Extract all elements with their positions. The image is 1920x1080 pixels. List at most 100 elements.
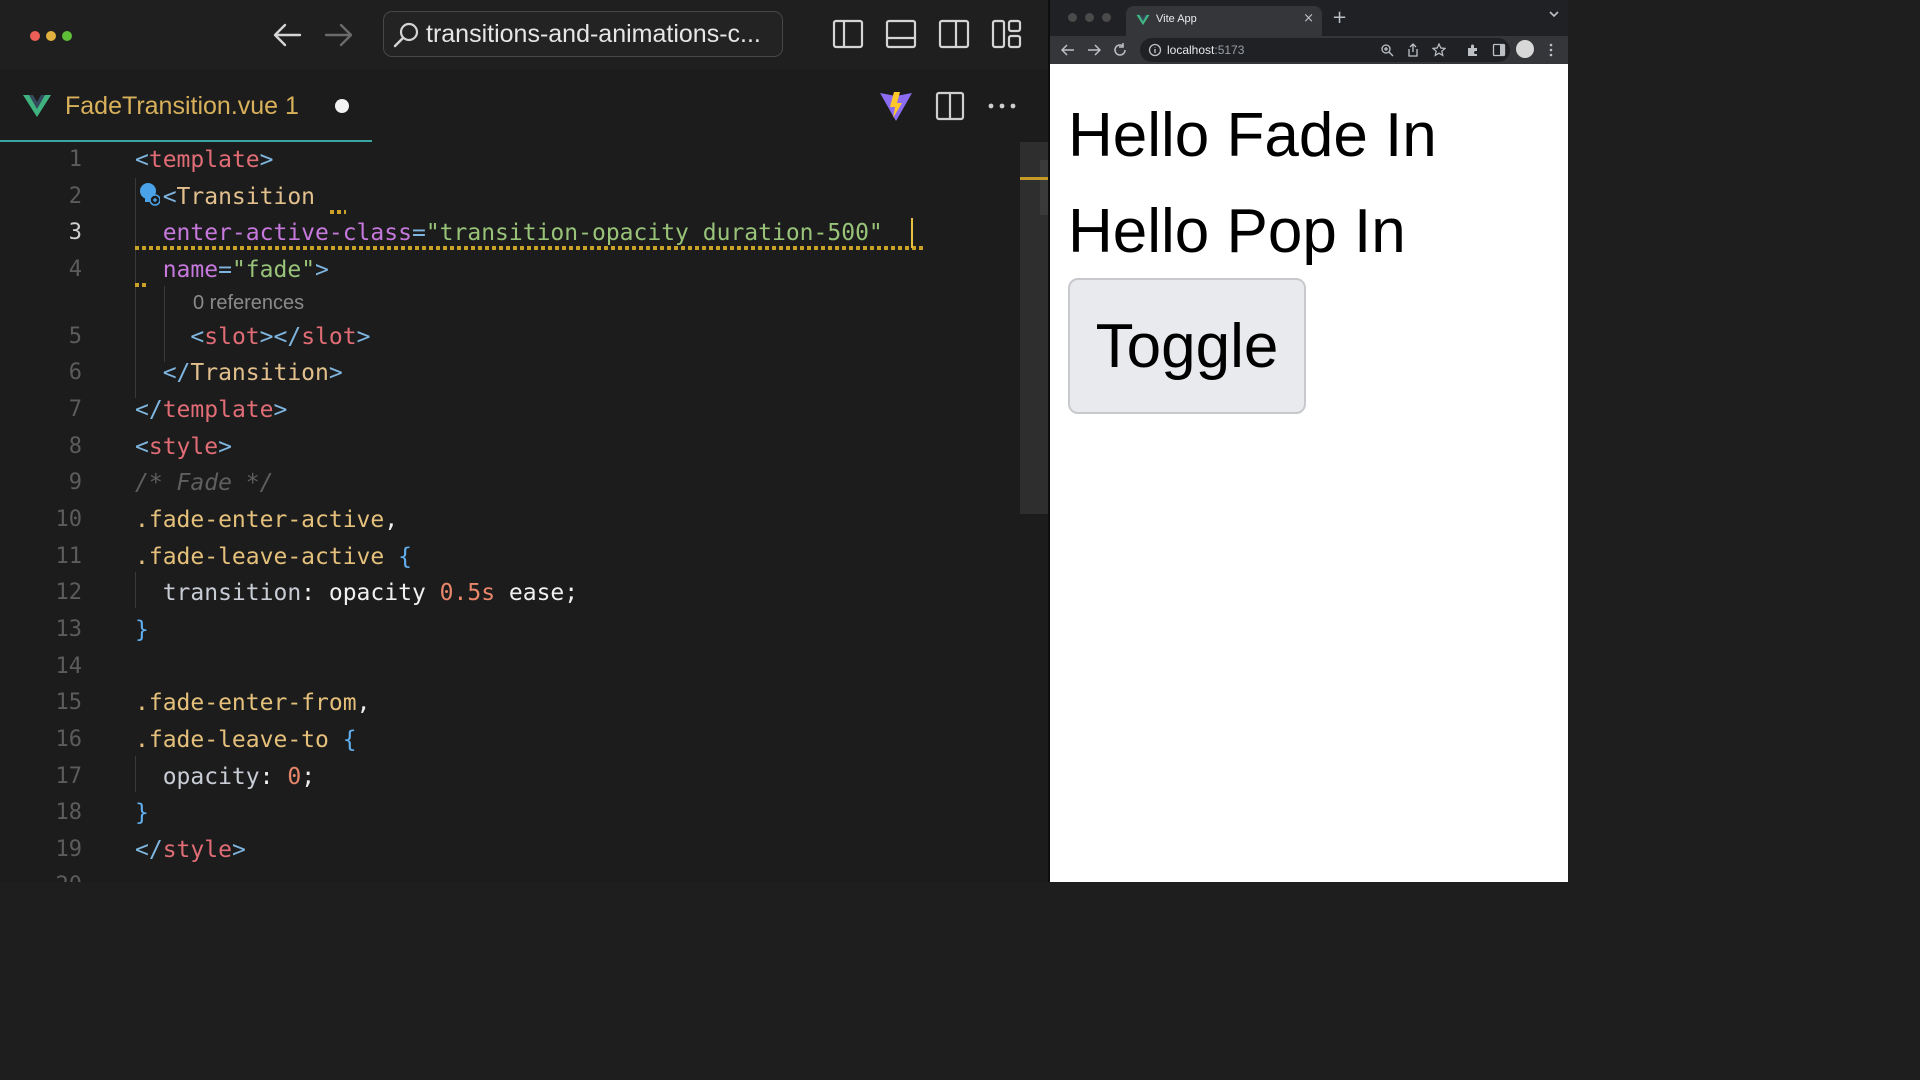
line-number: 6 xyxy=(68,360,82,385)
command-center-label: transitions-and-animations-c... xyxy=(426,20,761,48)
toggle-primary-sidebar-button[interactable] xyxy=(832,18,864,50)
line-code: } xyxy=(135,612,149,648)
more-actions-button[interactable] xyxy=(984,88,1020,124)
code-line[interactable]: 19 </style> xyxy=(0,832,1020,868)
toggle-button[interactable]: Toggle xyxy=(1068,278,1306,414)
browser-close-button[interactable] xyxy=(1068,13,1077,22)
toggle-panel-button[interactable] xyxy=(885,18,917,50)
code-token: slot xyxy=(204,324,260,350)
zoom-icon[interactable] xyxy=(1380,43,1394,57)
toggle-secondary-sidebar-button[interactable] xyxy=(938,18,970,50)
line-number: 15 xyxy=(55,690,83,715)
code-line[interactable]: 15 .fade-enter-from, xyxy=(0,685,1020,721)
line-number: 20 xyxy=(0,868,83,882)
code-line[interactable]: 17 opacity: 0; xyxy=(0,759,1020,795)
split-editor-button[interactable] xyxy=(932,88,968,124)
share-icon[interactable] xyxy=(1406,43,1420,57)
codelens-references[interactable]: 0 references xyxy=(193,292,304,315)
code-token: < xyxy=(135,147,149,173)
sidebar-left-icon xyxy=(832,19,864,49)
info-icon[interactable] xyxy=(1148,43,1162,57)
lightbulb-icon[interactable] xyxy=(138,182,161,206)
code-line[interactable]: 1 <template> xyxy=(0,142,1020,178)
code-line[interactable]: 4 name="fade"> xyxy=(0,252,1020,288)
arrow-left-icon xyxy=(273,23,302,47)
minimap-slider[interactable] xyxy=(1040,160,1048,215)
line-code: .fade-leave-active { xyxy=(135,539,412,575)
code-token: > xyxy=(273,397,288,423)
tab-search-chevron-icon[interactable] xyxy=(1548,9,1560,19)
new-tab-button[interactable]: + xyxy=(1332,7,1347,28)
command-center-search[interactable]: transitions-and-animations-c... xyxy=(383,11,783,57)
go-back-button[interactable] xyxy=(268,16,306,54)
browser-tab-vite-app[interactable]: Vite App × xyxy=(1126,6,1322,36)
line-code: name="fade"> xyxy=(135,252,329,288)
address-url: localhost:5173 xyxy=(1167,43,1245,57)
code-line[interactable]: 7 </template> xyxy=(0,392,1020,428)
line-number: 12 xyxy=(55,580,83,605)
code-token: .fade-enter-from xyxy=(135,690,357,716)
code-line[interactable]: 12 transition: opacity 0.5s ease; xyxy=(0,575,1020,611)
code-line[interactable]: 16 .fade-leave-to { xyxy=(0,722,1020,758)
code-line[interactable]: 5 <slot></slot> xyxy=(0,319,1020,355)
unsaved-changes-dot[interactable] xyxy=(335,99,349,113)
code-token: template xyxy=(162,397,274,423)
code-token: > xyxy=(231,837,246,863)
code-area[interactable]: 0 references 1 <template> 2 <Transition 3 e… xyxy=(0,142,1048,882)
code-token: ease; xyxy=(495,580,579,606)
browser-forward-button[interactable] xyxy=(1084,40,1104,60)
line-code: </style> xyxy=(135,832,246,868)
bookmark-star-icon[interactable] xyxy=(1432,43,1446,57)
line-code: transition: opacity 0.5s ease; xyxy=(135,575,578,611)
browser-reload-button[interactable] xyxy=(1110,40,1130,60)
close-tab-icon[interactable]: × xyxy=(1303,11,1314,26)
heading-hello-fade-in: Hello Fade In xyxy=(1068,101,1437,170)
extensions-puzzle-icon[interactable] xyxy=(1466,43,1480,57)
code-line[interactable]: 11 .fade-leave-active { xyxy=(0,539,1020,575)
code-token: { xyxy=(398,544,412,570)
code-token: "transition-opacity duration-500" xyxy=(425,220,883,246)
editor-tab-bar: FadeTransition.vue 1 xyxy=(0,70,1048,142)
code-token: : xyxy=(259,764,288,790)
browser-toolbar: localhost:5173 xyxy=(1050,36,1568,65)
line-code: opacity: 0; xyxy=(135,759,315,795)
browser-back-button[interactable] xyxy=(1058,40,1078,60)
code-token: : opacity xyxy=(301,580,440,606)
address-bar[interactable]: localhost:5173 xyxy=(1140,38,1510,62)
code-line[interactable]: 8 <style> xyxy=(0,429,1020,465)
line-number: 16 xyxy=(55,727,83,752)
profile-avatar[interactable] xyxy=(1516,40,1534,58)
code-token: slot xyxy=(301,324,357,350)
minimize-window-button[interactable] xyxy=(46,31,56,41)
code-line[interactable]: 9 /* Fade */ xyxy=(0,465,1020,501)
code-token: 0 xyxy=(287,764,302,790)
zoom-window-button[interactable] xyxy=(62,31,72,41)
code-line[interactable]: 18} xyxy=(0,795,1020,831)
sidebar-right-icon xyxy=(938,19,970,49)
tab-fadetransition-vue[interactable]: FadeTransition.vue 1 xyxy=(0,70,372,142)
side-panel-icon[interactable] xyxy=(1492,43,1506,57)
code-line[interactable]: 10 .fade-enter-active, xyxy=(0,502,1020,538)
code-token: transition xyxy=(135,580,302,606)
line-number: 17 xyxy=(55,764,83,789)
code-token: > xyxy=(315,257,329,283)
line-code: </template> xyxy=(135,392,287,428)
code-line[interactable]: 20 xyxy=(0,868,1020,882)
vite-action-button[interactable] xyxy=(878,88,914,124)
line-code: <Transition xyxy=(135,179,315,215)
browser-zoom-button[interactable] xyxy=(1102,13,1111,22)
code-line[interactable]: 14 xyxy=(0,649,1020,685)
code-line[interactable]: 13} xyxy=(0,612,1020,648)
customize-layout-button[interactable] xyxy=(991,18,1023,50)
code-line[interactable]: 6 </Transition> xyxy=(0,355,1020,391)
line-code: .fade-leave-to { xyxy=(135,722,357,758)
browser-menu-kebab-icon[interactable] xyxy=(1548,43,1554,57)
scrollbar-cursor-marker xyxy=(1020,177,1048,180)
go-forward-button[interactable] xyxy=(320,16,358,54)
browser-minimize-button[interactable] xyxy=(1085,13,1094,22)
code-token: = xyxy=(411,220,426,246)
code-token: } xyxy=(135,800,149,826)
code-token: .fade-leave-to xyxy=(135,727,343,753)
code-token: "fade" xyxy=(231,257,316,283)
close-window-button[interactable] xyxy=(30,31,40,41)
